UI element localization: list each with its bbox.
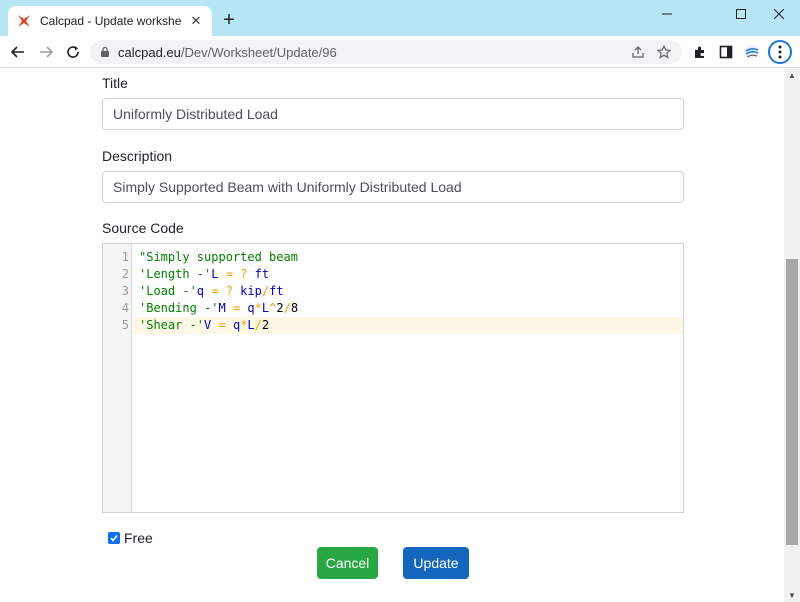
line-number: 1 bbox=[121, 250, 129, 264]
code-token: = bbox=[225, 301, 248, 315]
code-token: M bbox=[218, 301, 226, 315]
code-line[interactable]: 'Load -'q = ? kip/ft bbox=[139, 283, 284, 300]
back-button[interactable] bbox=[6, 40, 30, 64]
code-line[interactable]: 'Length -'L = ? ft bbox=[139, 266, 269, 283]
scroll-down-arrow-icon[interactable]: ▼ bbox=[784, 588, 800, 602]
code-token: ? bbox=[225, 284, 233, 298]
scroll-up-arrow-icon[interactable]: ▲ bbox=[784, 68, 800, 82]
code-token: = bbox=[211, 318, 233, 332]
line-number: 3 bbox=[121, 284, 129, 298]
calcpad-logo-icon bbox=[16, 13, 32, 29]
back-arrow-icon bbox=[10, 46, 24, 58]
browser-tab[interactable]: Calcpad - Update worksheet: Uni ✕ bbox=[8, 6, 212, 36]
code-token: / bbox=[261, 284, 270, 298]
scroll-thumb[interactable] bbox=[786, 259, 798, 545]
lock-icon bbox=[101, 46, 109, 57]
code-token: = bbox=[218, 267, 241, 281]
code-token: 'Length -' bbox=[139, 267, 212, 281]
maximize-button[interactable] bbox=[722, 0, 760, 28]
page-scrollbar[interactable]: ▲ ▼ bbox=[784, 68, 800, 602]
line-number: 4 bbox=[121, 301, 129, 315]
code-line[interactable]: "Simply supported beam bbox=[139, 249, 298, 266]
code-token: 2 bbox=[261, 318, 270, 332]
description-label: Description bbox=[102, 148, 173, 164]
browser-menu-button[interactable] bbox=[768, 40, 792, 64]
code-token: kip bbox=[232, 284, 262, 298]
code-line[interactable]: 'Shear -'V = q*L/2 bbox=[139, 317, 269, 334]
title-input[interactable] bbox=[102, 98, 684, 130]
url-text: calcpad.eu/Dev/Worksheet/Update/96 bbox=[118, 44, 337, 60]
address-bar[interactable]: calcpad.eu/Dev/Worksheet/Update/96 bbox=[90, 40, 682, 64]
line-number: 5 bbox=[121, 318, 129, 332]
code-token: ft bbox=[269, 284, 284, 298]
code-token: "Simply supported beam bbox=[139, 250, 298, 264]
maximize-icon bbox=[736, 9, 746, 19]
bookmark-star-icon[interactable] bbox=[656, 44, 672, 60]
cancel-button[interactable]: Cancel bbox=[317, 547, 378, 579]
tab-close-icon[interactable]: ✕ bbox=[188, 13, 204, 29]
code-token: = bbox=[204, 284, 226, 298]
forward-button[interactable] bbox=[34, 40, 58, 64]
side-panel-icon[interactable] bbox=[718, 44, 734, 60]
extensions-puzzle-icon[interactable] bbox=[692, 44, 708, 60]
code-token: 'Bending -' bbox=[139, 301, 219, 315]
window-close-icon bbox=[774, 9, 784, 19]
code-token: 8 bbox=[290, 301, 299, 315]
free-checkbox-label: Free bbox=[124, 530, 153, 546]
minimize-button[interactable] bbox=[648, 0, 686, 28]
code-token: / bbox=[283, 301, 291, 315]
window-close-button[interactable] bbox=[760, 0, 798, 28]
code-token: / bbox=[254, 318, 262, 332]
code-token: q bbox=[196, 284, 205, 298]
minimize-icon bbox=[662, 13, 672, 15]
code-token: * bbox=[254, 301, 262, 315]
update-button[interactable]: Update bbox=[403, 547, 469, 579]
source-code-editor[interactable]: "Simply supported beam 'Length -'L = ? ft… bbox=[102, 243, 684, 513]
title-label: Title bbox=[102, 75, 128, 91]
checkmark-icon bbox=[110, 535, 118, 542]
extension-wave-icon[interactable] bbox=[744, 44, 760, 60]
free-checkbox-group[interactable]: Free bbox=[108, 530, 153, 546]
page-content: Title Description Source Code "Simply su… bbox=[0, 68, 784, 602]
reload-button[interactable] bbox=[61, 40, 85, 64]
new-tab-button[interactable]: + bbox=[218, 10, 240, 32]
line-number: 2 bbox=[121, 267, 129, 281]
code-token: ft bbox=[247, 267, 270, 281]
source-code-label: Source Code bbox=[102, 220, 184, 236]
code-line[interactable]: 'Bending -'M = q*L^2/8 bbox=[139, 300, 298, 317]
browser-toolbar: calcpad.eu/Dev/Worksheet/Update/96 bbox=[0, 36, 800, 68]
tab-bar: Calcpad - Update worksheet: Uni ✕ + bbox=[0, 0, 800, 36]
free-checkbox[interactable] bbox=[108, 532, 120, 544]
tab-title: Calcpad - Update worksheet: Uni bbox=[40, 14, 182, 28]
code-token: 2 bbox=[276, 301, 284, 315]
share-icon[interactable] bbox=[630, 44, 646, 60]
more-vertical-icon bbox=[778, 45, 782, 59]
code-token: 'Shear -' bbox=[139, 318, 205, 332]
reload-icon bbox=[67, 46, 79, 58]
description-input[interactable] bbox=[102, 171, 684, 203]
code-token: L bbox=[247, 318, 255, 332]
code-token: 'Load -' bbox=[139, 284, 197, 298]
forward-arrow-icon bbox=[40, 46, 54, 58]
code-token: q bbox=[247, 301, 255, 315]
